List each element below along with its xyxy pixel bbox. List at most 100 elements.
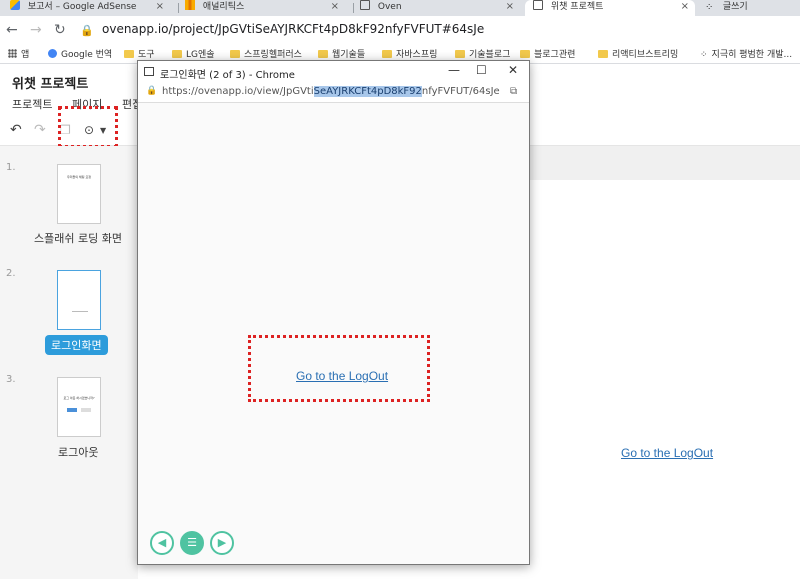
- tab-close-icon[interactable]: ×: [331, 0, 339, 14]
- popup-title-bar: 로그인화면 (2 of 3) - Chrome — ☐ ✕: [138, 61, 529, 83]
- menu-icon: ☰: [187, 536, 197, 549]
- tab-label: Oven: [377, 2, 402, 12]
- tab-label: 애널리틱스: [202, 2, 245, 12]
- bookmark-tistory[interactable]: ⁘ 지극히 평범한 개발...: [700, 47, 792, 60]
- page-label-splash[interactable]: 스플래쉬 로딩 화면: [34, 230, 122, 246]
- bookmark-label: 자바스프링: [396, 50, 438, 60]
- bookmark-folder[interactable]: 리액티브스트리밍: [598, 47, 678, 60]
- window-icon: [144, 67, 154, 76]
- preview-popup-window: 로그인화면 (2 of 3) - Chrome — ☐ ✕ 🔒 https://…: [137, 60, 530, 565]
- analytics-icon: [185, 0, 195, 10]
- lock-icon: 🔒: [146, 86, 158, 96]
- tab-separator: [353, 3, 354, 13]
- tab-label: 위챗 프로젝트: [550, 2, 604, 12]
- bookmark-folder[interactable]: 기술블로그: [455, 47, 510, 60]
- popup-url[interactable]: https://ovenapp.io/view/JpGVtiSeAYJRKCFt…: [162, 86, 500, 97]
- bookmark-label: 블로그관련: [534, 50, 576, 60]
- bookmark-folder[interactable]: 블로그관련: [520, 47, 575, 60]
- folder-icon: [124, 50, 134, 58]
- thumb-text: 우리들의 채팅 요정: [67, 175, 91, 179]
- minimize-button[interactable]: —: [448, 63, 460, 77]
- tab-separator: [178, 3, 179, 13]
- adsense-icon: [10, 0, 20, 10]
- folder-icon: [172, 50, 182, 58]
- bookmark-label: LG엔솔: [186, 50, 215, 60]
- browser-tab-bar: 보고서 – Google AdSense × 애널리틱스 × Oven × 위챗…: [0, 0, 800, 16]
- highlight-box-preview: [58, 106, 118, 148]
- bookmark-label: 앱: [21, 50, 30, 60]
- bookmark-label: 리액티브스트리밍: [612, 50, 679, 60]
- tab-wechat-project[interactable]: 위챗 프로젝트 ×: [525, 0, 695, 16]
- bookmark-folder[interactable]: 자바스프링: [382, 47, 437, 60]
- editor-canvas-page: [530, 180, 800, 579]
- thumb-button: [67, 408, 77, 412]
- apps-grid-icon: [8, 49, 17, 58]
- folder-icon: [318, 50, 328, 58]
- prev-page-button[interactable]: ◀: [150, 531, 174, 555]
- highlight-box-link: [248, 335, 430, 402]
- bookmark-label: 기술블로그: [469, 50, 511, 60]
- translate-icon[interactable]: ⧉: [510, 86, 517, 97]
- page-number: 2.: [6, 268, 16, 279]
- close-button[interactable]: ✕: [508, 63, 518, 77]
- bookmark-apps[interactable]: 앱: [8, 47, 29, 60]
- reload-icon[interactable]: ↻: [54, 22, 66, 38]
- folder-icon: [455, 50, 465, 58]
- tab-label: 글쓰기: [722, 2, 748, 12]
- menu-project[interactable]: 프로젝트: [12, 96, 52, 112]
- maximize-button[interactable]: ☐: [476, 63, 487, 77]
- page-thumbnail-login[interactable]: [57, 270, 101, 330]
- page-label-logout[interactable]: 로그아웃: [58, 444, 98, 460]
- tistory-icon: ⁘: [700, 50, 708, 60]
- play-left-icon: ◀: [157, 536, 167, 549]
- folder-icon: [598, 50, 608, 58]
- window-icon: [360, 0, 370, 10]
- page-thumbnail-logout[interactable]: 로그 아웃 하시겠습니까?: [57, 377, 101, 437]
- url-prefix: https://ovenapp.io/view/JpGVti: [162, 86, 314, 97]
- google-icon: [48, 49, 57, 58]
- pages-panel: 1. 우리들의 채팅 요정 스플래쉬 로딩 화면 2. 로그인화면 3. 로그 …: [0, 146, 138, 579]
- page-label-login[interactable]: 로그인화면: [45, 335, 108, 355]
- back-arrow-icon[interactable]: ←: [6, 22, 18, 38]
- bookmark-label: 도구: [138, 50, 155, 60]
- thumb-button: [81, 408, 91, 412]
- popup-content: Go to the LogOut ◀ ☰ ▶: [138, 103, 529, 564]
- tab-close-icon[interactable]: ×: [681, 0, 689, 14]
- folder-icon: [382, 50, 392, 58]
- tab-oven[interactable]: Oven ×: [360, 0, 520, 16]
- lock-icon[interactable]: 🔒: [80, 24, 94, 37]
- page-menu-button[interactable]: ☰: [180, 531, 204, 555]
- tab-adsense[interactable]: 보고서 – Google AdSense ×: [10, 0, 170, 16]
- folder-icon: [230, 50, 240, 58]
- play-right-icon: ▶: [217, 536, 227, 549]
- forward-arrow-icon[interactable]: →: [30, 22, 42, 38]
- bookmark-folder[interactable]: 웹기술들: [318, 47, 365, 60]
- next-page-button[interactable]: ▶: [210, 531, 234, 555]
- popup-address-bar: 🔒 https://ovenapp.io/view/JpGVtiSeAYJRKC…: [138, 83, 529, 103]
- undo-icon[interactable]: ↶: [10, 122, 22, 138]
- page-thumbnail-splash[interactable]: 우리들의 채팅 요정: [57, 164, 101, 224]
- tab-close-icon[interactable]: ×: [156, 0, 164, 14]
- window-icon: [533, 0, 543, 10]
- bookmark-google-translate[interactable]: Google 번역: [48, 47, 112, 60]
- tistory-icon: ⁘: [705, 2, 714, 13]
- browser-address-bar: ← → ↻ 🔒 ovenapp.io/project/JpGVtiSeAYJRK…: [0, 16, 800, 44]
- bookmark-folder[interactable]: 도구: [124, 47, 155, 60]
- tab-write[interactable]: ⁘ 글쓰기: [705, 0, 800, 16]
- bookmark-label: 지극히 평범한 개발...: [711, 50, 793, 60]
- tab-analytics[interactable]: 애널리틱스 ×: [185, 0, 345, 16]
- page-number: 1.: [6, 162, 16, 173]
- bookmark-folder[interactable]: 스프링헬퍼러스: [230, 47, 302, 60]
- bookmark-folder[interactable]: LG엔솔: [172, 47, 215, 60]
- bookmark-label: 웹기술들: [332, 50, 366, 60]
- url-suffix: nfyFVFUT/64sJe: [421, 86, 500, 97]
- redo-icon[interactable]: ↷: [34, 122, 46, 138]
- url-selected-text: SeAYJRKCFt4pD8kF92: [313, 86, 422, 97]
- thumb-link-line: [72, 311, 88, 312]
- popup-title: 로그인화면 (2 of 3) - Chrome: [160, 70, 295, 81]
- canvas-logout-link[interactable]: Go to the LogOut: [621, 446, 713, 460]
- bookmark-label: 스프링헬퍼러스: [244, 50, 302, 60]
- folder-icon: [520, 50, 530, 58]
- url-field[interactable]: ovenapp.io/project/JpGVtiSeAYJRKCFt4pD8k…: [102, 22, 484, 36]
- tab-close-icon[interactable]: ×: [506, 0, 514, 14]
